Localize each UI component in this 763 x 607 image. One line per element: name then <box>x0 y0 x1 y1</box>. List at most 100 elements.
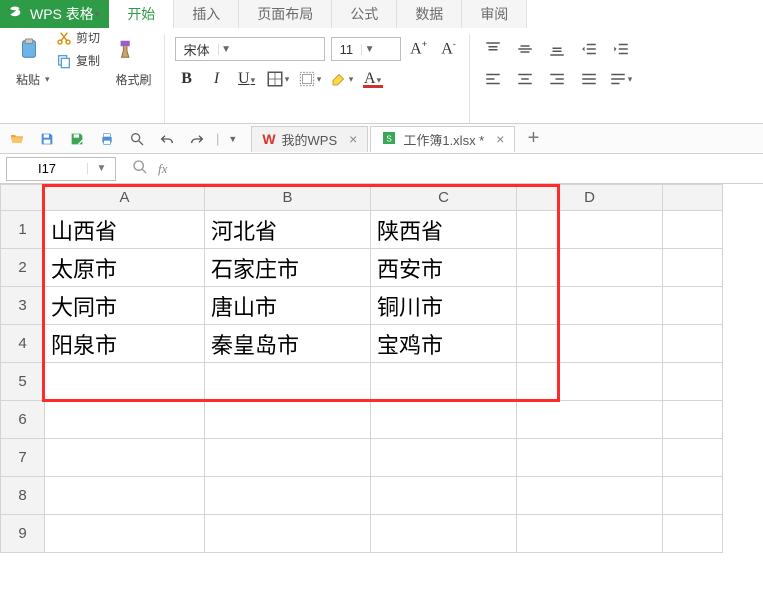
cell-A9[interactable] <box>45 515 205 553</box>
name-box-input[interactable] <box>7 161 87 176</box>
save-button[interactable] <box>36 128 58 150</box>
redo-button[interactable] <box>186 128 208 150</box>
cell-B1[interactable]: 河北省 <box>205 211 371 249</box>
cell-A5[interactable] <box>45 363 205 401</box>
fill-color-button[interactable]: ▾ <box>297 66 323 92</box>
cell-A8[interactable] <box>45 477 205 515</box>
cell-C5[interactable] <box>371 363 517 401</box>
cell[interactable] <box>663 515 723 553</box>
cell-A1[interactable]: 山西省 <box>45 211 205 249</box>
cell-A7[interactable] <box>45 439 205 477</box>
border-button[interactable]: ▾ <box>265 66 291 92</box>
font-family-dropdown[interactable]: 宋体 ▼ <box>175 37 325 61</box>
increase-font-button[interactable]: A+ <box>407 39 431 58</box>
cell-C6[interactable] <box>371 401 517 439</box>
cell[interactable] <box>663 401 723 439</box>
cell[interactable] <box>663 287 723 325</box>
fn-wizard-icon[interactable] <box>132 159 148 178</box>
cell-A2[interactable]: 太原市 <box>45 249 205 287</box>
highlight-color-button[interactable]: ▾ <box>329 66 355 92</box>
select-all-corner[interactable] <box>1 185 45 211</box>
justify-button[interactable] <box>576 66 602 92</box>
cell-D9[interactable] <box>517 515 663 553</box>
print-preview-button[interactable] <box>126 128 148 150</box>
align-bottom-button[interactable] <box>544 36 570 62</box>
formula-input[interactable] <box>177 157 763 181</box>
cell-A3[interactable]: 大同市 <box>45 287 205 325</box>
col-header-A[interactable]: A <box>45 185 205 211</box>
row-header[interactable]: 2 <box>1 249 45 287</box>
col-header-C[interactable]: C <box>371 185 517 211</box>
spreadsheet-grid[interactable]: A B C D 1 山西省 河北省 陕西省 2 太原市 石家庄市 西安市 3 大… <box>0 184 763 553</box>
align-middle-button[interactable] <box>512 36 538 62</box>
row-header[interactable]: 8 <box>1 477 45 515</box>
ribbon-tab-insert[interactable]: 插入 <box>174 0 239 28</box>
align-top-button[interactable] <box>480 36 506 62</box>
row-header[interactable]: 1 <box>1 211 45 249</box>
row-header[interactable]: 9 <box>1 515 45 553</box>
align-left-button[interactable] <box>480 66 506 92</box>
new-tab-button[interactable]: + <box>521 127 545 150</box>
decrease-font-button[interactable]: A- <box>437 39 461 58</box>
close-icon[interactable]: × <box>496 131 504 147</box>
print-button[interactable] <box>96 128 118 150</box>
open-button[interactable] <box>6 128 28 150</box>
col-header-B[interactable]: B <box>205 185 371 211</box>
paste-label[interactable]: 粘贴▾ <box>12 69 54 90</box>
paste-button[interactable] <box>12 34 46 64</box>
cell-D8[interactable] <box>517 477 663 515</box>
cell-D4[interactable] <box>517 325 663 363</box>
cell-C2[interactable]: 西安市 <box>371 249 517 287</box>
cell[interactable] <box>663 363 723 401</box>
distribute-button[interactable]: ▾ <box>608 66 634 92</box>
cell-C3[interactable]: 铜川市 <box>371 287 517 325</box>
cell[interactable] <box>663 211 723 249</box>
bold-button[interactable]: B <box>175 70 199 88</box>
col-header-extra[interactable] <box>663 185 723 211</box>
align-right-button[interactable] <box>544 66 570 92</box>
cell-B7[interactable] <box>205 439 371 477</box>
row-header[interactable]: 7 <box>1 439 45 477</box>
cell-C9[interactable] <box>371 515 517 553</box>
cell-C8[interactable] <box>371 477 517 515</box>
cell-D5[interactable] <box>517 363 663 401</box>
row-header[interactable]: 4 <box>1 325 45 363</box>
cell-B4[interactable]: 秦皇岛市 <box>205 325 371 363</box>
doc-tab-mywps[interactable]: W 我的WPS × <box>251 126 368 152</box>
format-painter-button[interactable] <box>110 34 144 64</box>
cell[interactable] <box>663 249 723 287</box>
ribbon-tab-start[interactable]: 开始 <box>109 0 174 28</box>
cell-A6[interactable] <box>45 401 205 439</box>
cell[interactable] <box>663 439 723 477</box>
cell-B9[interactable] <box>205 515 371 553</box>
row-header[interactable]: 5 <box>1 363 45 401</box>
fx-icon[interactable]: fx <box>158 161 167 177</box>
ribbon-tab-data[interactable]: 数据 <box>397 0 462 28</box>
cell-A4[interactable]: 阳泉市 <box>45 325 205 363</box>
increase-indent-button[interactable] <box>608 36 634 62</box>
ribbon-tab-layout[interactable]: 页面布局 <box>239 0 332 28</box>
doc-tab-workbook[interactable]: S 工作簿1.xlsx * × <box>370 126 515 152</box>
format-painter-label[interactable]: 格式刷 <box>112 69 156 90</box>
cell-B8[interactable] <box>205 477 371 515</box>
italic-button[interactable]: I <box>205 70 229 88</box>
cell-B6[interactable] <box>205 401 371 439</box>
cell-D6[interactable] <box>517 401 663 439</box>
cell-C4[interactable]: 宝鸡市 <box>371 325 517 363</box>
underline-button[interactable]: U▾ <box>235 70 259 88</box>
app-menu-arrow-icon[interactable]: ▾ <box>95 9 100 20</box>
cell-B2[interactable]: 石家庄市 <box>205 249 371 287</box>
cell-D7[interactable] <box>517 439 663 477</box>
cell[interactable] <box>663 325 723 363</box>
cell-D1[interactable] <box>517 211 663 249</box>
ribbon-tab-formula[interactable]: 公式 <box>332 0 397 28</box>
close-icon[interactable]: × <box>349 131 357 147</box>
col-header-D[interactable]: D <box>517 185 663 211</box>
cell[interactable] <box>663 477 723 515</box>
name-box[interactable]: ▼ <box>6 157 116 181</box>
row-header[interactable]: 6 <box>1 401 45 439</box>
cell-D2[interactable] <box>517 249 663 287</box>
cell-B5[interactable] <box>205 363 371 401</box>
qat-customize-arrow-icon[interactable]: ▼ <box>228 134 237 144</box>
cell-C7[interactable] <box>371 439 517 477</box>
